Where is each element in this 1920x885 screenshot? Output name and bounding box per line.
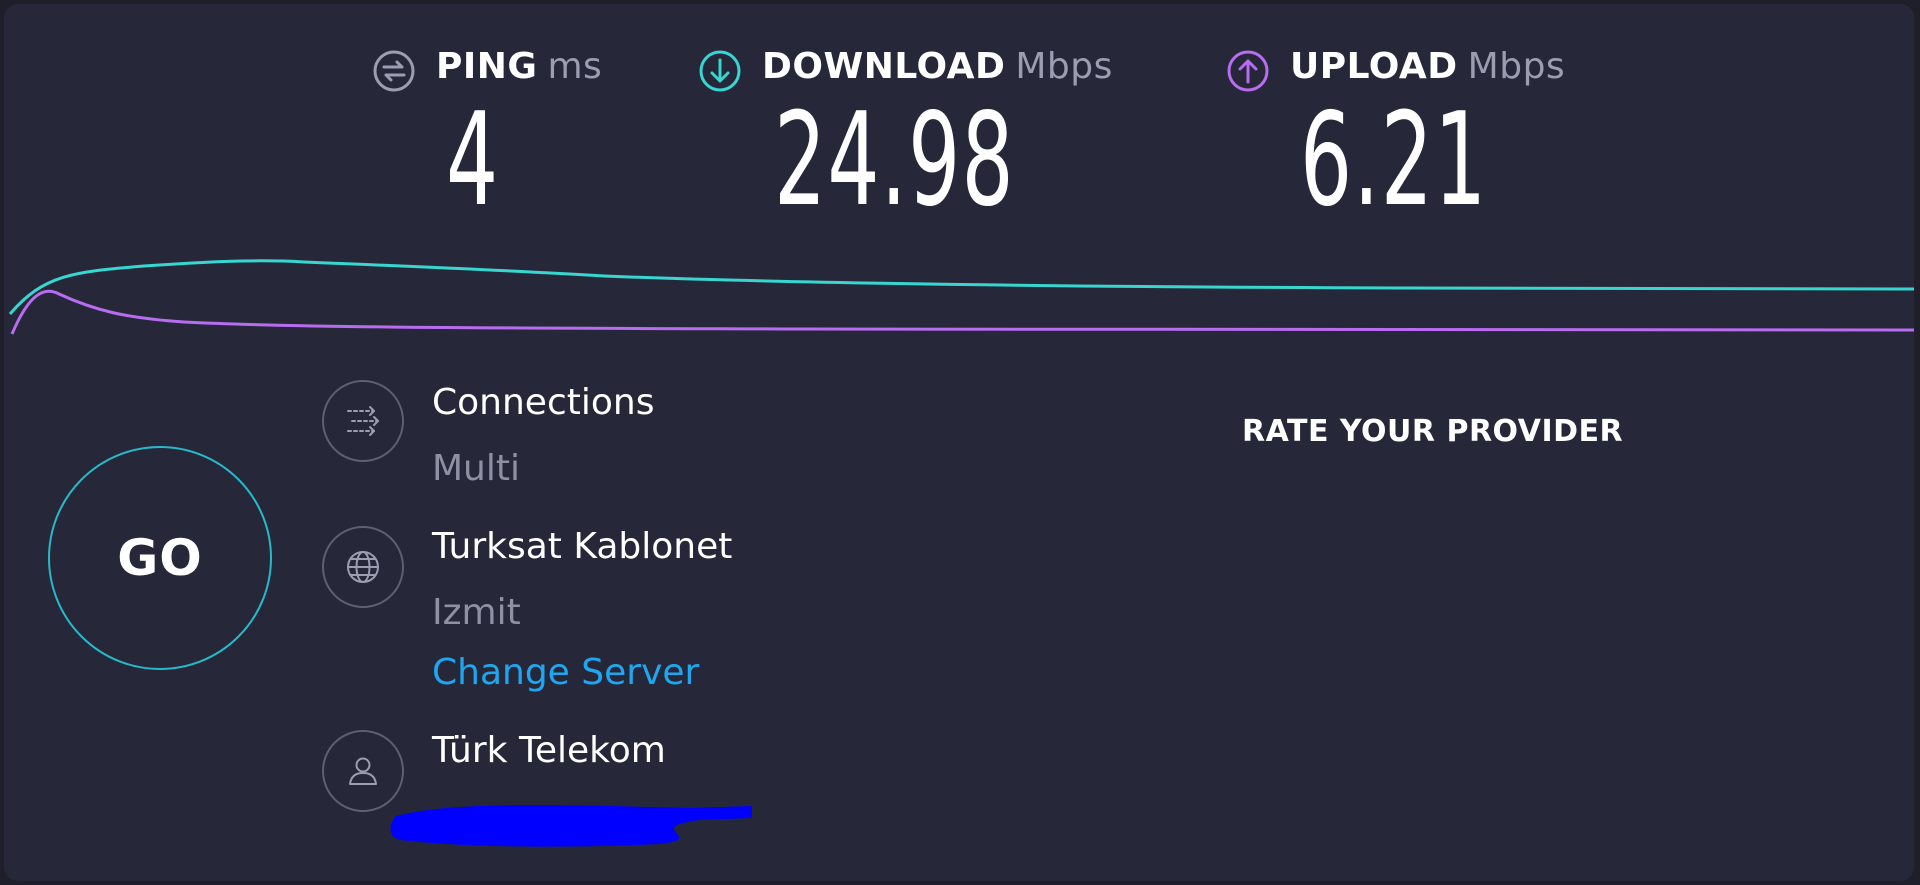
provider-name: Türk Telekom (432, 730, 666, 771)
download-value: 24.98 (774, 86, 1015, 235)
ping-icon (372, 49, 416, 93)
rate-your-provider: RATE YOUR PROVIDER (1242, 414, 1624, 449)
connections-title: Connections (432, 382, 655, 423)
globe-icon (322, 526, 404, 608)
upload-speed-line (10, 289, 1914, 335)
ping-unit: ms (547, 46, 603, 87)
connections-mode[interactable]: Multi (432, 448, 520, 489)
server-name: Turksat Kablonet (432, 526, 733, 567)
download-icon (698, 49, 742, 93)
download-label: DOWNLOAD (762, 46, 1006, 87)
redaction-scribble (390, 805, 752, 847)
ping-label: PING (436, 46, 538, 87)
change-server-link[interactable]: Change Server (432, 652, 699, 693)
upload-label: UPLOAD (1290, 46, 1458, 87)
go-button[interactable]: GO (48, 446, 272, 670)
server-location: Izmit (432, 592, 521, 633)
upload-unit: Mbps (1467, 46, 1566, 87)
upload-icon (1226, 49, 1270, 93)
connections-icon[interactable] (322, 380, 404, 462)
upload-value: 6.21 (1300, 86, 1488, 235)
ping-value: 4 (446, 86, 500, 235)
speedtest-result-panel: PING ms 4 DOWNLOAD Mbps 24.98 UPLOAD Mbps 6… (4, 4, 1914, 881)
go-button-label: GO (117, 529, 203, 587)
download-unit: Mbps (1015, 46, 1113, 87)
download-speed-line (8, 259, 1914, 315)
